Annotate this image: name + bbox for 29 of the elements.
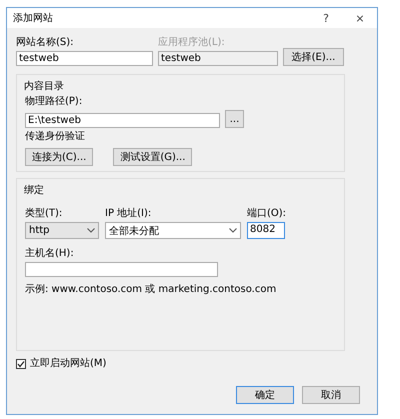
field-label: 物理路径(P): xyxy=(25,95,84,108)
field-label: 类型(T): xyxy=(25,207,64,220)
field-label: 应用程序池(L): xyxy=(158,36,226,49)
group-title: 绑定 xyxy=(24,184,45,197)
chevron-icon xyxy=(87,228,95,233)
auth-label: 传递身份验证 xyxy=(25,130,86,143)
field-label: 网站名称(S): xyxy=(16,36,75,49)
dialog-button[interactable]: 连接为(C)... xyxy=(25,148,94,166)
close-button[interactable]: × xyxy=(343,12,377,24)
example-text: 示例: www.contoso.com 或 marketing.contoso.com xyxy=(25,283,278,296)
field-label: 主机名(H): xyxy=(25,247,75,260)
port-field[interactable]: 8082 xyxy=(247,222,285,239)
field-label: IP 地址(I): xyxy=(105,207,152,220)
site-name-field[interactable]: testweb xyxy=(16,51,153,66)
host-name-field[interactable] xyxy=(25,262,218,277)
help-button[interactable]: ? xyxy=(309,12,343,24)
path-field[interactable]: E:\testweb xyxy=(25,113,220,128)
field-label: 端口(O): xyxy=(247,207,286,220)
browse-button[interactable]: ... xyxy=(225,110,244,128)
dialog-button[interactable]: 取消 xyxy=(302,386,360,404)
window-title: 添加网站 xyxy=(13,12,54,25)
checkbox-label: 立即启动网站(M) xyxy=(30,357,106,370)
dialog-button[interactable]: 测试设置(G)... xyxy=(113,148,192,166)
group-title: 内容目录 xyxy=(24,80,65,93)
checkbox[interactable] xyxy=(16,358,26,368)
select-button[interactable]: 选择(E)... xyxy=(283,48,344,66)
dialog-button[interactable]: 确定 xyxy=(236,386,294,404)
chevron-icon xyxy=(229,228,237,233)
ip-dropdown[interactable]: 全部未分配 xyxy=(105,222,241,239)
